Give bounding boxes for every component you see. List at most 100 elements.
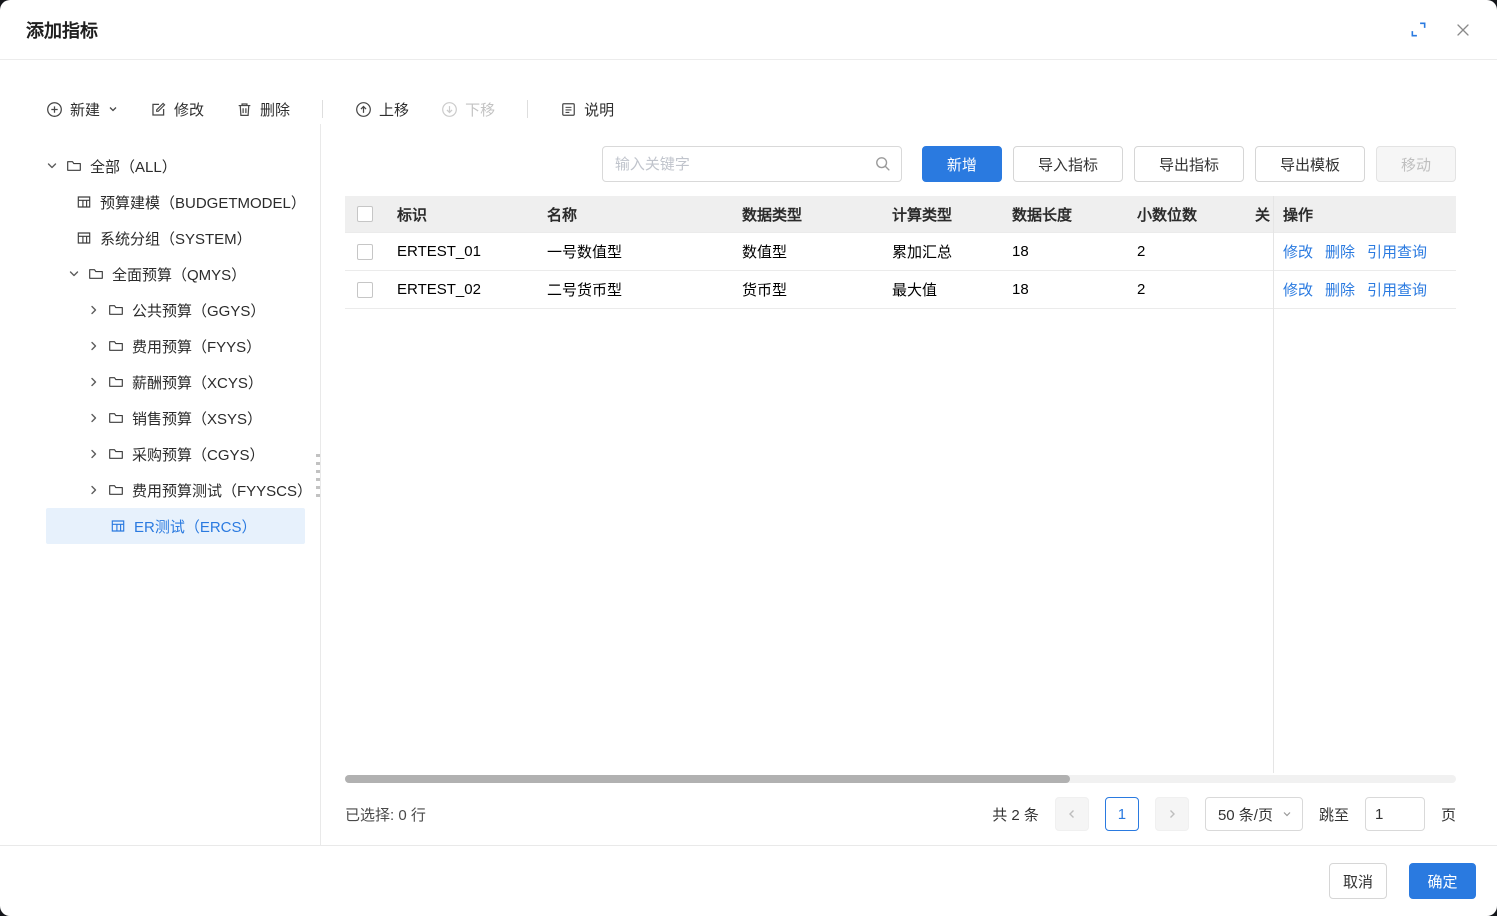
tree-item[interactable]: 费用预算（FYYS） — [46, 328, 305, 364]
search-box — [602, 146, 902, 182]
row-checkbox[interactable] — [357, 282, 373, 298]
help-button[interactable]: 说明 — [560, 99, 614, 120]
export-template-button[interactable]: 导出模板 — [1255, 146, 1365, 182]
folder-icon — [66, 158, 82, 174]
add-button[interactable]: 新增 — [922, 146, 1002, 182]
page-1-button[interactable]: 1 — [1105, 797, 1139, 831]
horizontal-scrollbar-thumb[interactable] — [345, 775, 1070, 783]
page-size-value: 50 条/页 — [1218, 804, 1273, 825]
import-indicators-button[interactable]: 导入指标 — [1013, 146, 1123, 182]
toolbar-separator — [527, 100, 528, 118]
tree-item[interactable]: 全部（ALL） — [46, 148, 305, 184]
indicator-table: 标识 名称 数据类型 计算类型 数据长度 小数位数 关 操作 ERTEST_01… — [345, 196, 1456, 783]
move-button[interactable]: 移动 — [1376, 146, 1456, 182]
export-indicators-button[interactable]: 导出指标 — [1134, 146, 1244, 182]
chevron-down-icon[interactable] — [46, 160, 58, 172]
chevron-right-icon[interactable] — [88, 376, 100, 388]
ref-query-link[interactable]: 引用查询 — [1367, 279, 1427, 300]
search-icon[interactable] — [874, 155, 891, 172]
col-header-calc-type: 计算类型 — [880, 196, 1000, 232]
chevron-left-icon — [1066, 808, 1078, 820]
tree-item[interactable]: 薪酬预算（XCYS） — [46, 364, 305, 400]
selected-count: 已选择: 0 行 — [345, 804, 426, 825]
modify-link[interactable]: 修改 — [1283, 279, 1313, 300]
chevron-right-icon[interactable] — [88, 340, 100, 352]
dialog-header: 添加指标 — [0, 0, 1497, 60]
col-header-id: 标识 — [385, 196, 535, 232]
chevron-right-icon — [1166, 808, 1178, 820]
chevron-right-icon[interactable] — [88, 412, 100, 424]
folder-icon — [108, 446, 124, 462]
col-header-data-length: 数据长度 — [1000, 196, 1125, 232]
keyword-search-input[interactable] — [602, 146, 902, 182]
ref-query-link[interactable]: 引用查询 — [1367, 241, 1427, 262]
panel-resize-handle[interactable] — [316, 454, 321, 500]
col-header-data-type: 数据类型 — [730, 196, 880, 232]
tree-item-label: ER测试（ERCS） — [134, 516, 257, 537]
cell-calc-type: 最大值 — [880, 271, 1000, 308]
move-up-button[interactable]: 上移 — [355, 99, 409, 120]
delete-button-label: 删除 — [260, 99, 290, 120]
chevron-down-icon — [1282, 809, 1292, 819]
table-icon — [110, 518, 126, 534]
col-header-name: 名称 — [535, 196, 730, 232]
chevron-down-icon[interactable] — [68, 268, 80, 280]
move-down-button-label: 下移 — [465, 99, 495, 120]
chevron-right-icon[interactable] — [88, 448, 100, 460]
tree-item[interactable]: 预算建模（BUDGETMODEL） — [46, 184, 305, 220]
tree-item-selected[interactable]: ER测试（ERCS） — [46, 508, 305, 544]
dialog-title: 添加指标 — [26, 17, 98, 43]
page-size-select[interactable]: 50 条/页 — [1205, 797, 1303, 831]
move-up-button-label: 上移 — [379, 99, 409, 120]
close-icon[interactable] — [1455, 22, 1471, 38]
horizontal-scrollbar[interactable] — [345, 775, 1456, 783]
col-header-relation: 关 — [1250, 196, 1273, 232]
cell-data-type: 数值型 — [730, 233, 880, 270]
dialog-footer: 取消 确定 — [0, 845, 1497, 916]
chevron-down-icon — [108, 104, 118, 114]
tree-item[interactable]: 费用预算测试（FYYSCS） — [46, 472, 305, 508]
tree-item-label: 费用预算（FYYS） — [132, 336, 261, 357]
folder-icon — [108, 302, 124, 318]
cell-data-type: 货币型 — [730, 271, 880, 308]
chevron-right-icon[interactable] — [88, 304, 100, 316]
cancel-button[interactable]: 取消 — [1329, 863, 1387, 899]
delete-link[interactable]: 删除 — [1325, 241, 1355, 262]
tree-item-label: 全面预算（QMYS） — [112, 264, 246, 285]
toolbar-separator — [322, 100, 323, 118]
tree-item[interactable]: 公共预算（GGYS） — [46, 292, 305, 328]
toolbar: 新建 修改 删除 上移 下移 说明 — [46, 94, 1497, 124]
row-checkbox[interactable] — [357, 244, 373, 260]
tree-item[interactable]: 系统分组（SYSTEM） — [46, 220, 305, 256]
table-row: ERTEST_02 二号货币型 货币型 最大值 18 2 修改 删除 引用查询 — [345, 271, 1456, 309]
delete-button[interactable]: 删除 — [236, 99, 290, 120]
modify-link[interactable]: 修改 — [1283, 241, 1313, 262]
jump-label: 跳至 — [1319, 804, 1349, 825]
confirm-button[interactable]: 确定 — [1409, 863, 1476, 899]
tree-item[interactable]: 全面预算（QMYS） — [46, 256, 305, 292]
cell-name: 二号货币型 — [535, 271, 730, 308]
select-all-checkbox[interactable] — [357, 206, 373, 222]
folder-icon — [88, 266, 104, 282]
col-header-decimals: 小数位数 — [1125, 196, 1250, 232]
table-row: ERTEST_01 一号数值型 数值型 累加汇总 18 2 修改 删除 引用查询 — [345, 233, 1456, 271]
folder-icon — [108, 482, 124, 498]
jump-page-input[interactable] — [1365, 797, 1425, 831]
tree-item[interactable]: 销售预算（XSYS） — [46, 400, 305, 436]
tree-item[interactable]: 采购预算（CGYS） — [46, 436, 305, 472]
edit-icon — [150, 101, 167, 118]
chevron-right-icon[interactable] — [88, 484, 100, 496]
prev-page-button[interactable] — [1055, 797, 1089, 831]
delete-link[interactable]: 删除 — [1325, 279, 1355, 300]
tree-item-label: 费用预算测试（FYYSCS） — [132, 480, 305, 501]
table-icon — [76, 194, 92, 210]
col-header-operation: 操作 — [1273, 196, 1456, 232]
folder-icon — [108, 374, 124, 390]
next-page-button[interactable] — [1155, 797, 1189, 831]
cell-data-length: 18 — [1000, 233, 1125, 270]
fullscreen-icon[interactable] — [1410, 21, 1427, 38]
move-down-button[interactable]: 下移 — [441, 99, 495, 120]
modify-button[interactable]: 修改 — [150, 99, 204, 120]
folder-icon — [108, 338, 124, 354]
new-button[interactable]: 新建 — [46, 99, 118, 120]
